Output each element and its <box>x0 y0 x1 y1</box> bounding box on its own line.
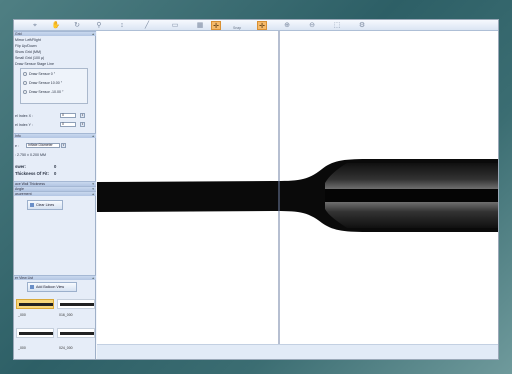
thumbnail-3[interactable] <box>57 328 95 338</box>
view-list-section-title: er View List <box>15 276 34 280</box>
collapse-icon[interactable]: ▴ <box>92 134 94 138</box>
rotate-tool-icon[interactable]: ↻ <box>72 21 82 30</box>
radio-icon[interactable] <box>23 90 27 95</box>
snap-label: Snap <box>233 26 242 30</box>
mirror-option[interactable]: Mirror Left/Right <box>15 38 41 42</box>
fit-thickness-label: Thickness Of Fit: <box>15 171 49 176</box>
snap-tool-icon[interactable]: ✛ <box>211 21 221 30</box>
ribbon-toolbar: ⌖ ✋ ↻ ⚲ ↕ ╱ ▭ ▦ ✛ Snap ✛ ⊕ ⊖ ⬚ ⚙ <box>14 20 498 31</box>
grid-section-header[interactable]: Grid ▴ <box>14 31 96 36</box>
offset-x-input[interactable]: 0 <box>60 113 76 118</box>
line-tool-icon[interactable]: ╱ <box>142 21 152 30</box>
image-viewport[interactable] <box>97 31 498 344</box>
thumbnail-2[interactable] <box>16 328 54 338</box>
mode-label: e : <box>15 144 19 148</box>
offset-x-label: el Index X : <box>15 114 33 118</box>
sensor-minus10-label: Draw Sensor -10.00 ° <box>29 90 64 94</box>
view-list-section-header[interactable]: er View List ▴ <box>14 275 96 280</box>
sensor-10-label: Draw Sensor 10.00 ° <box>29 81 63 85</box>
zoom-in-tool-icon[interactable]: ⊕ <box>282 21 292 30</box>
tube-image <box>97 31 498 344</box>
add-balloon-view-label: Add Balloon View <box>36 285 65 289</box>
offset-x-spinner-icon[interactable]: ⇕ <box>80 113 85 118</box>
thumbnail-row: _000 016_000 <box>14 299 96 323</box>
flip-option[interactable]: Flip Up/Down <box>15 44 37 48</box>
offset-y-input[interactable]: 0 <box>60 122 76 127</box>
eraser-icon <box>30 203 34 207</box>
measure-tool-icon[interactable]: ↕ <box>117 21 127 30</box>
thumbnail-label: 016_000 <box>59 313 73 317</box>
fit-tool-icon[interactable]: ⬚ <box>332 21 342 30</box>
small-grid-option[interactable]: Small Grid (100 µ) <box>15 56 44 60</box>
tube-thumbnail <box>60 303 94 306</box>
show-grid-option[interactable]: Show Grid (MM) <box>15 50 41 54</box>
sensor-0-option[interactable]: Draw Sensor 0 ° <box>23 72 56 77</box>
sensor-minus10-option[interactable]: Draw Sensor -10.00 ° <box>23 90 64 95</box>
grid-tool-icon[interactable]: ▦ <box>195 21 205 30</box>
thumbnail-label: _000 <box>18 346 26 350</box>
sensor-0-label: Draw Sensor 0 ° <box>29 72 56 76</box>
offset-y-spinner-icon[interactable]: ⇕ <box>80 122 85 127</box>
tube-thumbnail <box>60 332 94 335</box>
radio-icon[interactable] <box>23 72 27 77</box>
collapse-icon[interactable]: ▴ <box>92 192 94 196</box>
cursor-tool-icon[interactable]: ⌖ <box>30 21 40 30</box>
diameter-readout: : 2.750 ± 0.200 MM <box>15 153 46 157</box>
collapse-icon[interactable]: ▴ <box>92 276 94 280</box>
info-section-header[interactable]: Info ▴ <box>14 133 96 138</box>
info-section-title: Info <box>15 134 21 138</box>
mode-select[interactable]: Inflate Diameter <box>26 143 60 148</box>
answer-value: 0 <box>54 164 57 169</box>
grid-section-title: Grid <box>15 32 22 36</box>
collapse-icon[interactable]: ▴ <box>92 32 94 36</box>
ruler-tool-icon[interactable]: ▭ <box>170 21 180 30</box>
sensor-10-option[interactable]: Draw Sensor 10.00 ° <box>23 81 63 86</box>
zoom-out-tool-icon[interactable]: ⊖ <box>307 21 317 30</box>
thumbnail-label: 024_000 <box>59 346 73 350</box>
measure-section-title: asurement <box>15 192 32 196</box>
point-tool-icon[interactable]: ✛ <box>257 21 267 30</box>
tube-core <box>325 189 498 202</box>
fit-thickness-value: 0 <box>54 171 57 176</box>
thumbnail-1[interactable] <box>57 299 95 309</box>
sensor-stage-line-option[interactable]: Draw Sensor Stage Line <box>15 62 54 66</box>
tube-thumbnail <box>19 332 53 335</box>
clear-lines-button[interactable]: Clear Lines <box>27 200 63 210</box>
status-bar <box>97 344 498 359</box>
pan-tool-icon[interactable]: ✋ <box>51 21 61 30</box>
answer-label: swer: <box>15 164 26 169</box>
chevron-down-icon[interactable]: ▾ <box>61 143 66 148</box>
add-balloon-view-button[interactable]: Add Balloon View <box>27 282 77 292</box>
settings-tool-icon[interactable]: ⚙ <box>357 21 367 30</box>
add-icon <box>30 285 34 289</box>
clear-lines-label: Clear Lines <box>36 203 55 207</box>
tube-thumbnail <box>19 303 53 306</box>
measure-section-header[interactable]: asurement ▴ <box>14 191 96 196</box>
thumbnail-label: _000 <box>18 313 26 317</box>
sensor-group: Draw Sensor 0 ° Draw Sensor 10.00 ° Draw… <box>20 68 88 104</box>
thumbnail-row: _000 024_000 <box>14 328 96 352</box>
left-panel: Grid ▴ Mirror Left/Right Flip Up/Down Sh… <box>14 31 96 359</box>
thumbnail-0[interactable] <box>16 299 54 309</box>
radio-icon[interactable] <box>23 81 27 86</box>
offset-y-label: el Index Y : <box>15 123 33 127</box>
magnify-tool-icon[interactable]: ⚲ <box>94 21 104 30</box>
app-window: ⌖ ✋ ↻ ⚲ ↕ ╱ ▭ ▦ ✛ Snap ✛ ⊕ ⊖ ⬚ ⚙ Grid ▴ … <box>13 19 499 360</box>
